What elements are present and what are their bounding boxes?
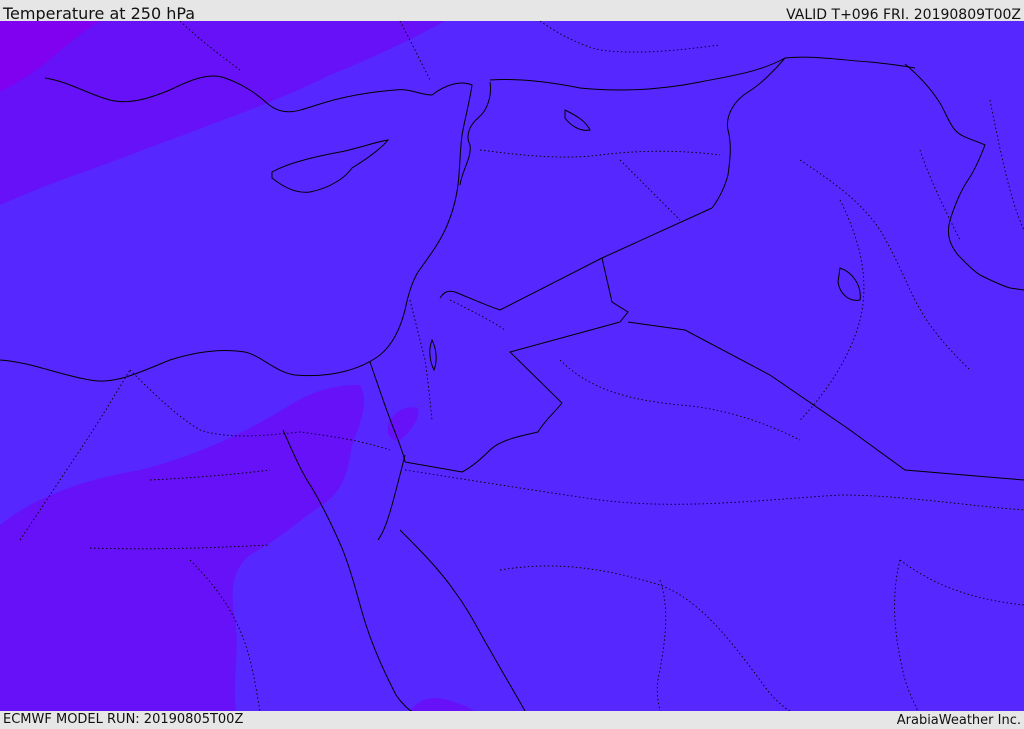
temperature-map [0, 21, 1024, 711]
model-run-label: ECMWF MODEL RUN: 20190805T00Z [3, 712, 244, 727]
map-frame: Temperature at 250 hPa VALID T+096 FRI. … [0, 0, 1024, 729]
credit-label: ArabiaWeather Inc. [896, 713, 1021, 728]
